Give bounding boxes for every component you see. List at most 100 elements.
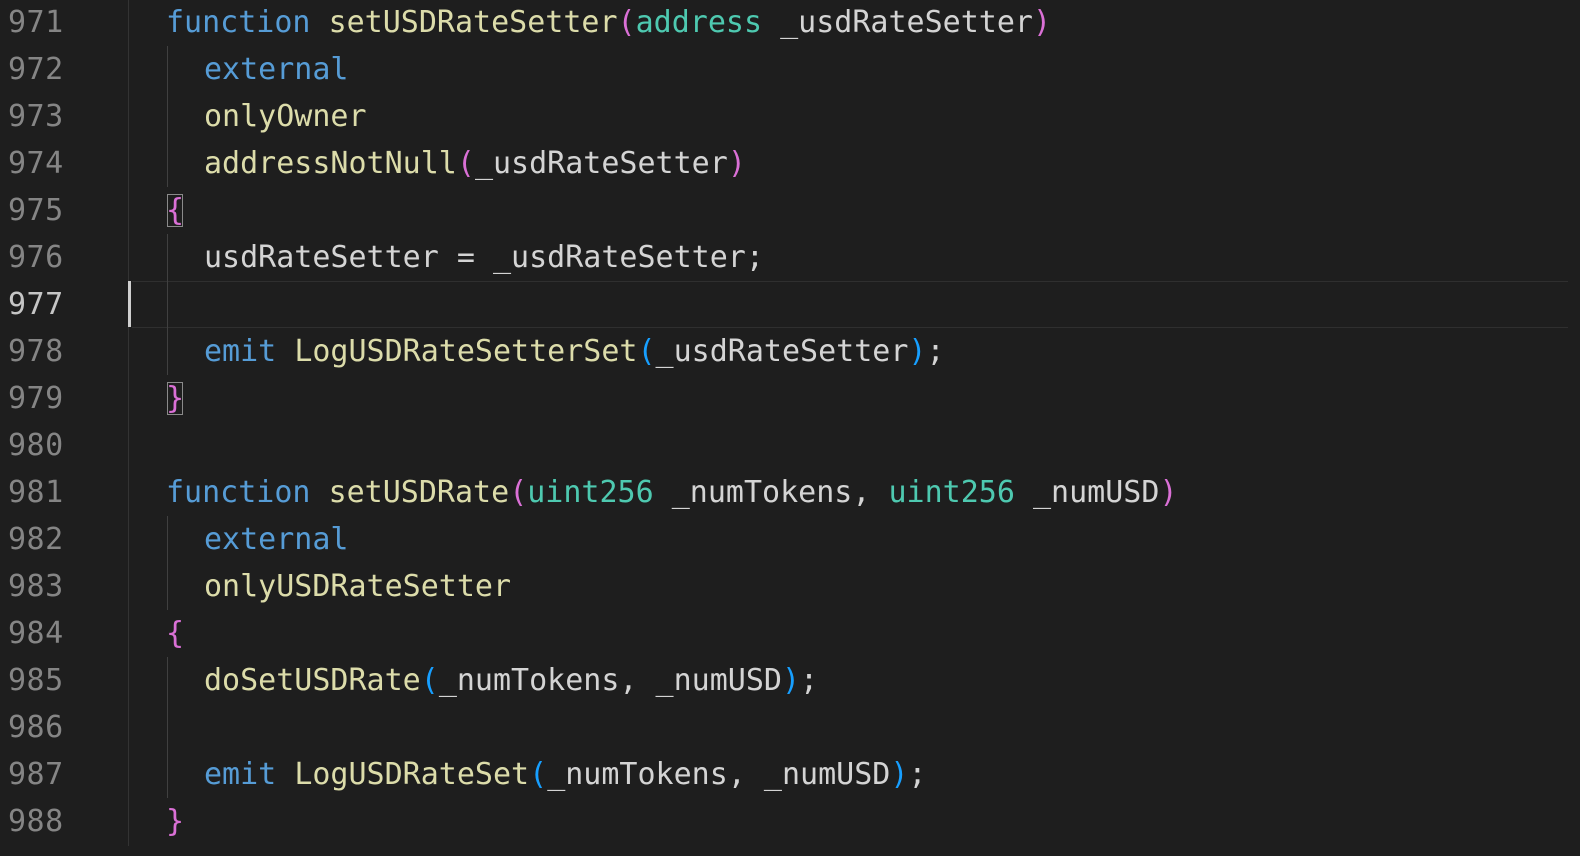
code-line[interactable]: 988} <box>0 798 1568 845</box>
code-token: function <box>166 475 311 510</box>
indent-guide <box>167 281 168 328</box>
code-token: usdRateSetter <box>204 240 439 275</box>
code-text[interactable]: external <box>204 46 349 93</box>
code-line[interactable]: 977 <box>0 281 1568 328</box>
code-token: doSetUSDRate <box>204 663 421 698</box>
line-number: 984 <box>8 616 64 651</box>
code-token: external <box>204 522 349 557</box>
code-token: ( <box>637 334 656 369</box>
code-line[interactable]: 981 function setUSDRate(uint256 _numToken… <box>0 469 1568 516</box>
indent-guide <box>167 751 168 798</box>
indent-guide <box>167 328 168 375</box>
code-line[interactable]: 978 emit LogUSDRateSetterSet(_usdRateSett… <box>0 328 1568 375</box>
code-text[interactable]: { <box>166 610 184 657</box>
code-token: } <box>166 804 185 839</box>
code-token: addressNotNull <box>204 146 457 181</box>
code-token: = <box>438 240 493 275</box>
code-token: LogUSDRateSetterSet <box>294 334 638 369</box>
code-editor[interactable]: 971 function setUSDRateSetter(address _us… <box>0 0 1568 846</box>
code-token: ) <box>1032 5 1052 40</box>
code-token: _usdRateSetter <box>655 334 909 369</box>
code-token: _numTokens, <box>653 475 889 510</box>
code-token: _usdRateSetter <box>762 5 1033 40</box>
current-line-highlight <box>132 281 1568 328</box>
code-token: ; <box>926 334 945 369</box>
code-token: ) <box>890 757 909 792</box>
code-line[interactable]: 974 addressNotNull(_usdRateSetter) <box>0 140 1568 187</box>
indent-guide <box>167 704 168 751</box>
code-text[interactable]: function setUSDRate(uint256 _numTokens, … <box>166 469 1178 516</box>
code-line[interactable]: 984 { <box>0 610 1568 657</box>
line-number: 979 <box>8 381 64 416</box>
line-number: 986 <box>8 710 64 745</box>
line-number: 981 <box>8 475 64 510</box>
code-line[interactable]: 980 <box>0 422 1568 469</box>
indent-guide <box>167 516 168 563</box>
code-text[interactable]: function setUSDRateSetter(address _usdRa… <box>166 0 1051 46</box>
code-text[interactable]: { <box>166 187 184 234</box>
code-line[interactable]: 976 usdRateSetter = _usdRateSetter; <box>0 234 1568 281</box>
code-token: ) <box>781 663 801 698</box>
line-number: 983 <box>8 569 64 604</box>
code-token: onlyUSDRateSetter <box>204 569 512 604</box>
code-token: onlyOwner <box>204 99 367 134</box>
code-text[interactable]: onlyOwner <box>204 93 367 140</box>
code-text[interactable]: addressNotNull(_usdRateSetter) <box>204 140 746 187</box>
line-number: 974 <box>8 146 64 181</box>
code-line[interactable]: 973 onlyOwner <box>0 93 1568 140</box>
text-cursor <box>128 281 131 327</box>
code-token: _numTokens, _numUSD <box>547 757 891 792</box>
line-number: 977 <box>8 287 64 322</box>
code-line[interactable]: 987 emit LogUSDRateSet(_numTokens, _numUS… <box>0 751 1568 798</box>
code-token: ; <box>800 663 819 698</box>
code-line[interactable]: 971 function setUSDRateSetter(address _us… <box>0 0 1568 46</box>
code-token: { <box>166 193 185 228</box>
line-number: 980 <box>8 428 64 463</box>
line-number: 985 <box>8 663 64 698</box>
code-token: ; <box>908 757 927 792</box>
line-number: 975 <box>8 193 64 228</box>
code-token: external <box>204 52 349 87</box>
code-token: } <box>166 381 185 416</box>
code-token: _usdRateSetter <box>493 240 746 275</box>
indent-guide <box>167 657 168 704</box>
code-line[interactable]: 975 { <box>0 187 1568 234</box>
line-number: 976 <box>8 240 64 275</box>
code-token: ( <box>509 475 528 510</box>
code-token: ( <box>456 146 475 181</box>
line-number: 978 <box>8 334 64 369</box>
indent-guide <box>167 234 168 281</box>
code-token: ) <box>727 146 746 181</box>
code-line[interactable]: 979} <box>0 375 1568 422</box>
code-token: _numTokens, _numUSD <box>438 663 782 698</box>
line-number: 971 <box>8 5 64 40</box>
code-token: { <box>166 616 185 651</box>
code-text[interactable]: external <box>204 516 349 563</box>
code-line[interactable]: 985 doSetUSDRate(_numTokens, _numUSD); <box>0 657 1568 704</box>
code-line[interactable]: 983 onlyUSDRateSetter <box>0 563 1568 610</box>
code-text[interactable]: onlyUSDRateSetter <box>204 563 511 610</box>
code-token: ( <box>529 757 548 792</box>
code-line[interactable]: 972 external <box>0 46 1568 93</box>
code-text[interactable]: emit LogUSDRateSet(_numTokens, _numUSD); <box>204 751 926 798</box>
line-number: 988 <box>8 804 64 839</box>
code-token: ( <box>420 663 439 698</box>
code-token: ) <box>1159 475 1178 510</box>
code-token: uint256 <box>888 475 1015 510</box>
code-token: ; <box>745 240 764 275</box>
code-text[interactable]: usdRateSetter = _usdRateSetter; <box>204 234 764 281</box>
code-text[interactable]: doSetUSDRate(_numTokens, _numUSD); <box>204 657 818 704</box>
code-line[interactable]: 986 <box>0 704 1568 751</box>
code-line[interactable]: 982 external <box>0 516 1568 563</box>
line-number: 987 <box>8 757 64 792</box>
line-number: 982 <box>8 522 64 557</box>
code-token: uint256 <box>527 475 654 510</box>
code-text[interactable]: emit LogUSDRateSetterSet(_usdRateSetter)… <box>204 328 945 375</box>
code-text[interactable]: } <box>166 798 184 845</box>
code-token: _numUSD <box>1014 475 1160 510</box>
code-text[interactable]: } <box>166 375 184 422</box>
